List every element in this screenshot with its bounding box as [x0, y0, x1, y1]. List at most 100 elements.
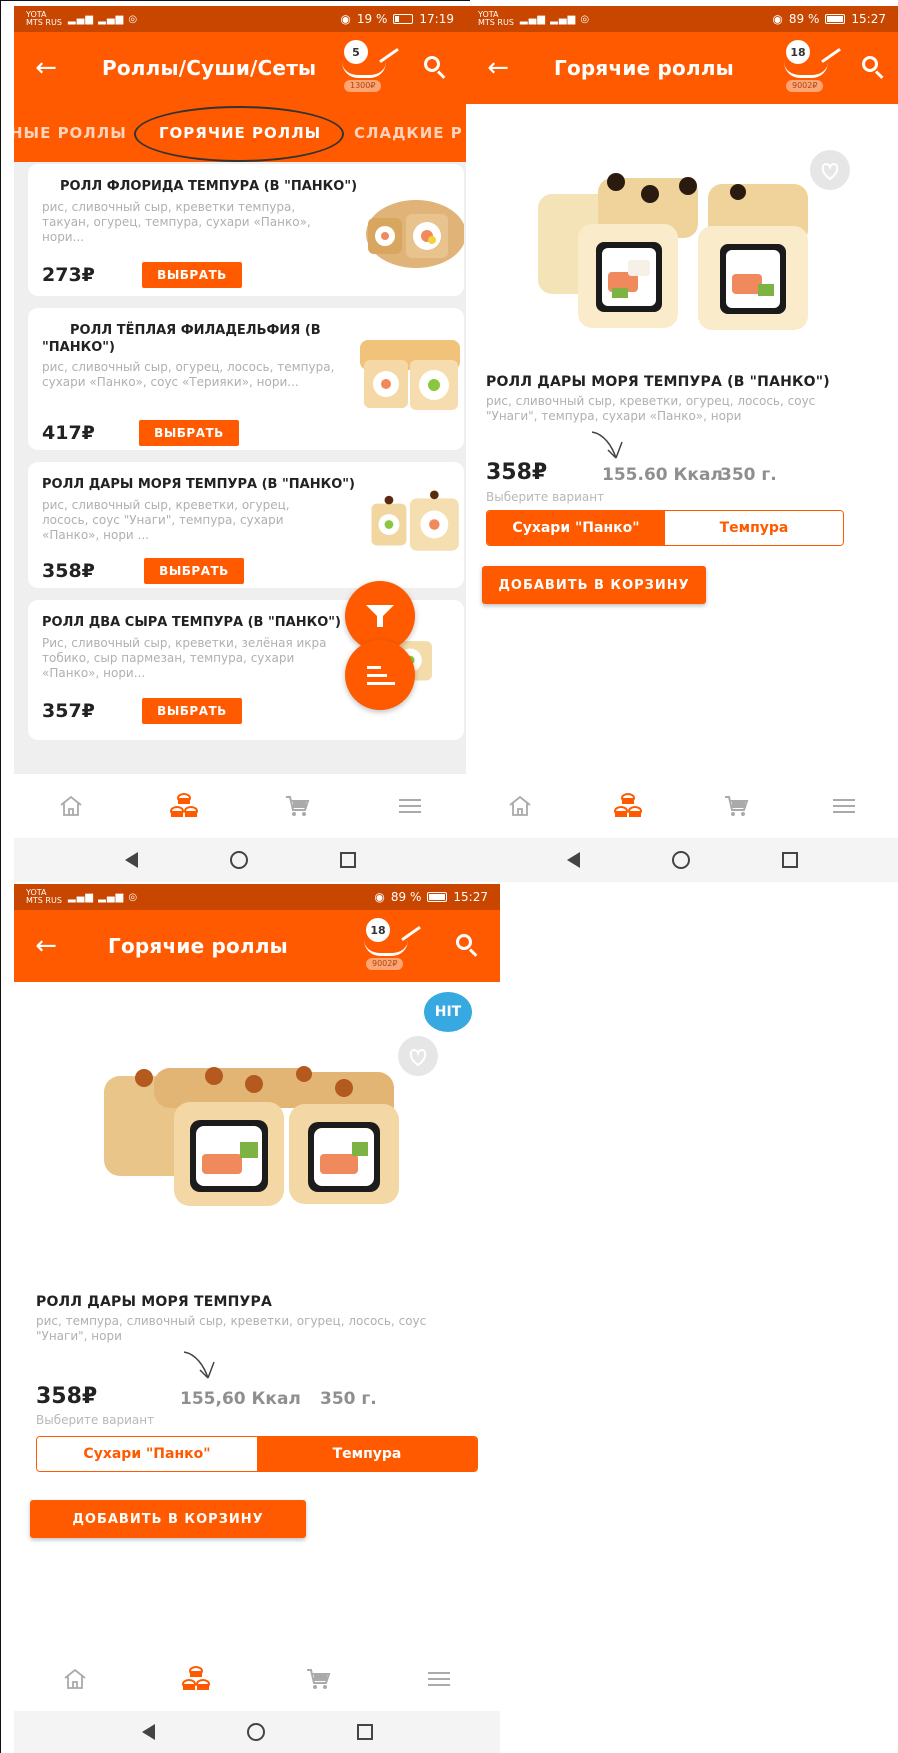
sushi-icon [614, 793, 642, 817]
select-button[interactable]: ВЫБРАТЬ [142, 698, 242, 724]
clock: 15:27 [453, 890, 488, 904]
category-tabs: НЫЕ РОЛЛЫ ГОРЯЧИЕ РОЛЛЫ СЛАДКИЕ Р [14, 104, 466, 162]
nav-home-icon[interactable] [229, 851, 248, 869]
cart-button[interactable]: 18 9002₽ [780, 40, 850, 96]
select-button[interactable]: ВЫБРАТЬ [144, 558, 244, 584]
home-icon [509, 795, 531, 816]
eye-icon: ◉ [340, 12, 351, 26]
hit-badge: HIT [424, 992, 472, 1032]
tab-cart[interactable] [257, 1667, 379, 1691]
cart-bowl-icon [784, 62, 828, 78]
back-arrow-icon[interactable]: ← [14, 933, 78, 959]
page-title: Горячие роллы [554, 56, 734, 80]
cart-button[interactable]: 18 9002₽ [360, 918, 430, 974]
product-name: РОЛЛ ФЛОРИДА ТЕМПУРА (В "ПАНКО") [60, 179, 358, 194]
nav-recents-icon[interactable] [781, 852, 798, 868]
product-photo [538, 173, 808, 330]
search-icon[interactable] [860, 54, 888, 82]
product-card[interactable]: РОЛЛ ДАРЫ МОРЯ ТЕМПУРА (В "ПАНКО") рис, … [28, 462, 464, 588]
tab-menu-rolls[interactable] [574, 792, 682, 820]
screen-catalog: YOTA MTS RUS ▂▄▆ ▂▄▆ ◎ ◉ 19 % 17:19 ← Рол… [14, 6, 466, 882]
back-arrow-icon[interactable]: ← [14, 55, 78, 81]
tab-more[interactable] [379, 1670, 501, 1688]
nav-home-icon[interactable] [671, 851, 690, 869]
tab-menu-rolls[interactable] [127, 792, 240, 820]
nav-recents-icon[interactable] [339, 852, 356, 868]
product-name: РОЛЛ ДАРЫ МОРЯ ТЕМПУРА [36, 1294, 273, 1310]
product-description: Рис, сливочный сыр, креветки, зелёная ик… [42, 636, 327, 680]
product-description: рис, темпура, сливочный сыр, креветки, о… [36, 1314, 427, 1343]
clock: 17:19 [419, 12, 454, 26]
nav-home-icon[interactable] [246, 1723, 265, 1741]
arrow-annotation-icon [183, 1351, 215, 1379]
shopping-cart-icon [725, 796, 749, 816]
cart-sum: 1300₽ [344, 80, 382, 92]
variant-hint: Выберите вариант [486, 490, 605, 504]
variant-tempura[interactable]: Темпура [665, 511, 843, 545]
select-button[interactable]: ВЫБРАТЬ [142, 262, 242, 288]
system-nav-bar [14, 1711, 500, 1753]
menu-icon [428, 1672, 451, 1686]
eye-icon: ◉ [772, 12, 783, 26]
nav-back-icon[interactable] [124, 852, 138, 868]
page-title: Горячие роллы [108, 934, 288, 958]
add-to-cart-button[interactable]: ДОБАВИТЬ В КОРЗИНУ [482, 566, 706, 604]
frame-border [0, 0, 1, 1753]
variant-tempura[interactable]: Темпура [257, 1437, 477, 1471]
tab-home[interactable] [14, 1667, 136, 1691]
screenshot-collage: YOTA MTS RUS ▂▄▆ ▂▄▆ ◎ ◉ 19 % 17:19 ← Рол… [0, 0, 898, 1753]
product-price: 273₽ [42, 264, 95, 286]
sort-icon-line [367, 682, 395, 685]
cart-button[interactable]: 5 1300₽ [338, 40, 408, 96]
product-name: РОЛЛ ДВА СЫРА ТЕМПУРА (В "ПАНКО") [42, 615, 341, 630]
operator-2: MTS RUS [478, 18, 514, 27]
bottom-tab-bar [14, 774, 466, 838]
shopping-cart-icon [306, 1669, 331, 1689]
battery-icon [427, 892, 448, 902]
battery-icon [393, 14, 414, 24]
product-card[interactable]: РОЛЛ ФЛОРИДА ТЕМПУРА (В "ПАНКО") рис, сл… [28, 164, 464, 296]
tab-more[interactable] [353, 797, 466, 815]
spoon-icon [379, 47, 399, 64]
product-weight: 350 г. [320, 1389, 377, 1409]
back-arrow-icon[interactable]: ← [466, 55, 530, 81]
home-icon [59, 795, 82, 816]
nav-recents-icon[interactable] [356, 1724, 373, 1740]
variant-selector: Сухари "Панко" Темпура [36, 1436, 478, 1472]
sort-button[interactable] [345, 640, 415, 710]
menu-icon [833, 799, 855, 813]
search-icon[interactable] [422, 54, 450, 82]
status-bar: YOTA MTS RUS ▂▄▆ ▂▄▆ ◎ ◉ 89 % 15:27 [14, 884, 500, 910]
tab-more[interactable] [790, 797, 898, 815]
tab-sweet-rolls[interactable]: СЛАДКИЕ Р [354, 124, 463, 142]
variant-panko[interactable]: Сухари "Панко" [487, 511, 665, 545]
search-icon[interactable] [454, 932, 482, 960]
tab-menu-rolls[interactable] [136, 1665, 258, 1693]
tab-home[interactable] [14, 794, 127, 818]
product-calories: 155.60 Ккал [602, 465, 723, 485]
frame-border [0, 0, 470, 1]
operator-2: MTS RUS [26, 896, 62, 905]
cart-bowl-icon [342, 62, 386, 78]
tab-cold-rolls[interactable]: НЫЕ РОЛЛЫ [14, 124, 127, 142]
tab-cart[interactable] [240, 794, 353, 818]
nav-back-icon[interactable] [141, 1724, 155, 1740]
sushi-icon [182, 1666, 211, 1690]
tab-cart[interactable] [682, 794, 790, 818]
select-button[interactable]: ВЫБРАТЬ [139, 420, 239, 446]
variant-panko[interactable]: Сухари "Панко" [37, 1437, 257, 1471]
shopping-cart-icon [285, 796, 309, 816]
menu-icon [398, 799, 421, 813]
sushi-icon [169, 793, 198, 817]
operator-2: MTS RUS [26, 18, 62, 27]
product-price: 357₽ [42, 700, 95, 722]
roll-photo [360, 340, 460, 410]
product-price: 358₽ [36, 1384, 98, 1409]
product-card[interactable]: РОЛЛ ТЁПЛАЯ ФИЛАДЕЛЬФИЯ (В "ПАНКО") рис,… [28, 308, 464, 450]
tab-home[interactable] [466, 794, 574, 818]
nav-back-icon[interactable] [566, 852, 580, 868]
clock: 15:27 [851, 12, 886, 26]
tab-hot-rolls[interactable]: ГОРЯЧИЕ РОЛЛЫ [159, 124, 321, 142]
add-to-cart-button[interactable]: ДОБАВИТЬ В КОРЗИНУ [30, 1500, 306, 1538]
variant-selector: Сухари "Панко" Темпура [486, 510, 844, 546]
